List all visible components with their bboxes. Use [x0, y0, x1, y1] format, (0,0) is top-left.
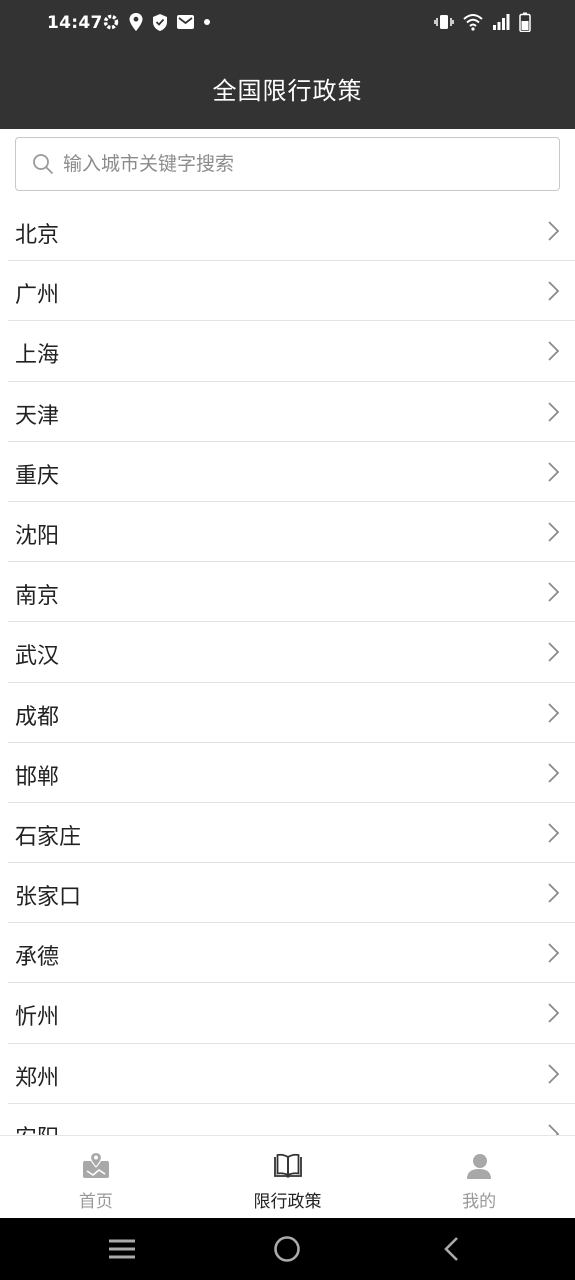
- app-header: 全国限行政策: [0, 48, 575, 129]
- user-icon: [467, 1154, 492, 1179]
- mail-icon: [177, 15, 194, 29]
- city-row-beijing[interactable]: 北京: [0, 201, 575, 262]
- chevron-right-icon: [548, 522, 560, 542]
- chevron-right-icon: [548, 943, 560, 963]
- home-circle-icon[interactable]: [272, 1234, 302, 1264]
- city-row-guangzhou[interactable]: 广州: [0, 261, 575, 322]
- chevron-right-icon: [548, 642, 560, 662]
- nav-label-mine: 我的: [462, 1192, 497, 1212]
- city-row-handan[interactable]: 邯郸: [0, 742, 575, 804]
- search-box[interactable]: [15, 137, 560, 191]
- city-name: 安阳: [15, 1120, 59, 1135]
- city-name: 承德: [15, 945, 60, 971]
- bottom-nav: 首页 限行政策 我的: [0, 1135, 575, 1218]
- city-list: 北京 广州 上海 天津 重庆 沈阳 南京 武汉 成都 邯郸 石家庄 张家口 承德…: [0, 201, 575, 1135]
- city-name: 重庆: [15, 463, 60, 489]
- gear-icon: [103, 14, 119, 30]
- nav-item-home[interactable]: 首页: [0, 1136, 192, 1218]
- dot-icon: [204, 19, 210, 25]
- city-row-nanjing[interactable]: 南京: [0, 562, 575, 623]
- nav-item-policy[interactable]: 限行政策: [192, 1136, 384, 1218]
- city-row-anyang[interactable]: 安阳: [0, 1103, 575, 1135]
- city-name: 上海: [15, 343, 60, 369]
- city-row-tianjin[interactable]: 天津: [0, 381, 575, 442]
- city-row-xinzhou[interactable]: 忻州: [0, 983, 575, 1044]
- city-row-shijiazhuang[interactable]: 石家庄: [0, 802, 575, 864]
- shield-icon: [153, 13, 167, 31]
- city-row-chengdu[interactable]: 成都: [0, 682, 575, 743]
- city-name: 成都: [15, 704, 60, 730]
- page-title: 全国限行政策: [212, 77, 363, 105]
- chevron-right-icon: [548, 1003, 560, 1024]
- system-nav-bar: [0, 1218, 575, 1280]
- nav-label-policy: 限行政策: [253, 1192, 322, 1212]
- city-row-chengde[interactable]: 承德: [0, 923, 575, 984]
- city-row-wuhan[interactable]: 武汉: [0, 622, 575, 683]
- chevron-right-icon: [548, 221, 560, 241]
- city-name: 忻州: [15, 1005, 60, 1031]
- city-name: 南京: [15, 584, 60, 610]
- menu-icon[interactable]: [107, 1234, 137, 1264]
- chevron-right-icon: [548, 702, 560, 723]
- battery-icon: [519, 12, 531, 32]
- city-row-chongqing[interactable]: 重庆: [0, 441, 575, 503]
- city-name: 石家庄: [15, 824, 82, 850]
- city-name: 邯郸: [15, 764, 60, 790]
- city-name: 武汉: [15, 644, 60, 670]
- chevron-right-icon: [548, 823, 560, 843]
- city-row-shanghai[interactable]: 上海: [0, 321, 575, 382]
- nav-label-home: 首页: [78, 1192, 113, 1212]
- search-section: [0, 129, 575, 201]
- city-name: 张家口: [15, 885, 82, 911]
- city-row-zhangjiakou[interactable]: 张家口: [0, 863, 575, 924]
- vibrate-icon: [434, 15, 454, 29]
- chevron-right-icon: [548, 582, 560, 602]
- search-input[interactable]: [63, 153, 533, 175]
- signal-icon: [493, 14, 510, 30]
- location-icon: [129, 13, 143, 31]
- wifi-icon: [463, 14, 483, 31]
- chevron-right-icon: [548, 401, 560, 422]
- status-time: 14:47: [47, 13, 103, 33]
- city-name: 沈阳: [15, 523, 60, 549]
- chevron-right-icon: [548, 763, 560, 783]
- city-name: 广州: [15, 283, 60, 309]
- city-row-shenyang[interactable]: 沈阳: [0, 501, 575, 563]
- nav-item-mine[interactable]: 我的: [383, 1136, 575, 1218]
- chevron-right-icon: [548, 341, 560, 362]
- chevron-right-icon: [548, 281, 560, 301]
- search-icon: [33, 154, 53, 174]
- status-bar: 14:47: [0, 0, 575, 48]
- map-icon: [82, 1151, 109, 1178]
- status-left-icons: [102, 12, 211, 32]
- chevron-right-icon: [548, 1063, 560, 1084]
- city-name: 天津: [15, 403, 60, 429]
- back-icon[interactable]: [437, 1234, 467, 1264]
- city-name: 郑州: [15, 1065, 60, 1091]
- city-name: 北京: [15, 223, 60, 248]
- status-right-icons: [434, 12, 531, 32]
- chevron-right-icon: [548, 462, 560, 482]
- book-icon: [273, 1153, 302, 1178]
- chevron-right-icon: [548, 1124, 560, 1135]
- chevron-right-icon: [548, 883, 560, 903]
- city-row-zhengzhou[interactable]: 郑州: [0, 1043, 575, 1105]
